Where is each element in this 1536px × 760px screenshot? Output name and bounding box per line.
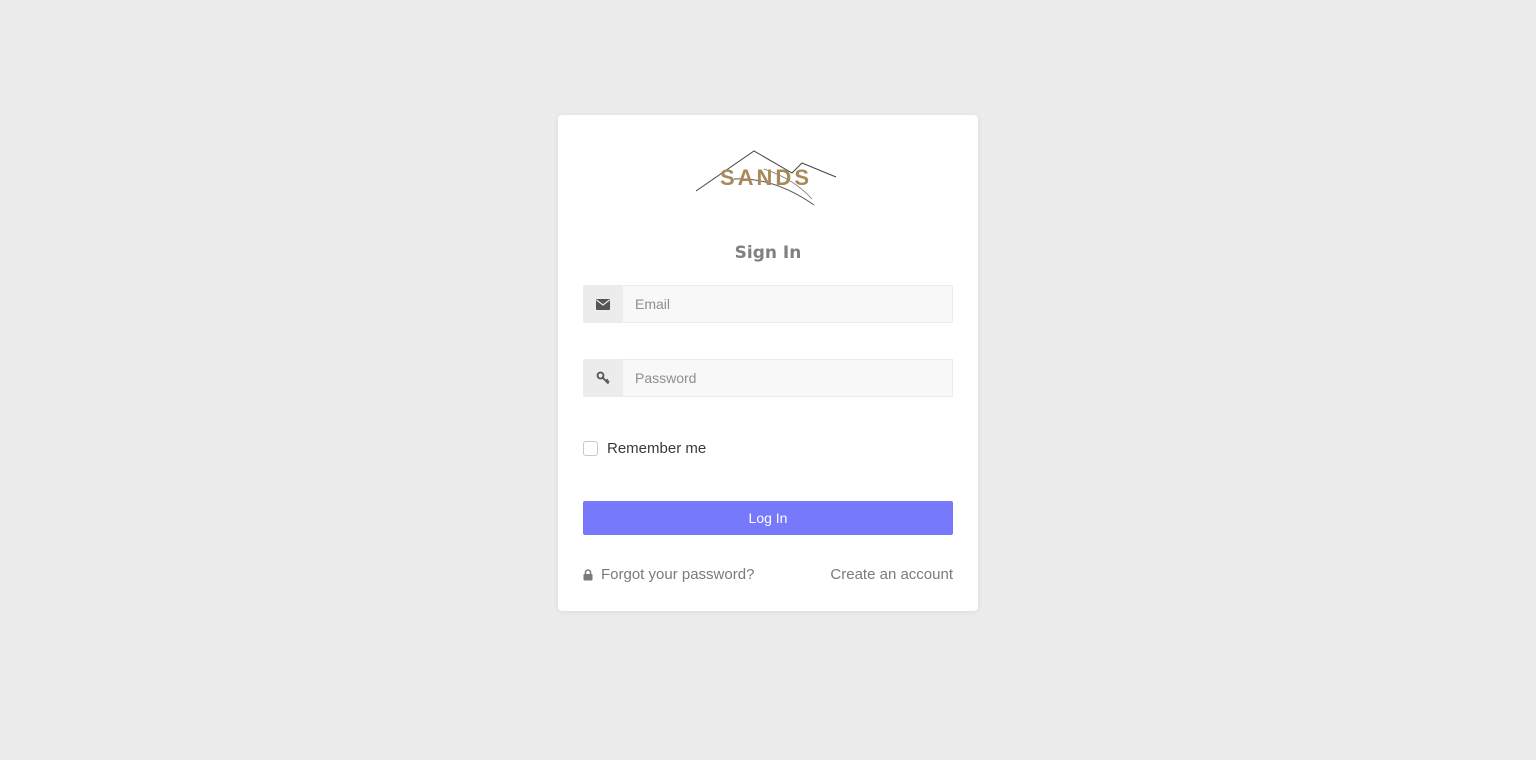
remember-label: Remember me (607, 440, 707, 457)
password-input-group (583, 359, 953, 397)
key-icon (583, 359, 623, 397)
lock-icon (583, 568, 593, 581)
remember-me[interactable]: Remember me (583, 440, 706, 457)
svg-text:SANDS: SANDS (720, 165, 812, 190)
forgot-password-label: Forgot your password? (601, 566, 755, 583)
email-input-group (583, 285, 953, 323)
sands-logo: SANDS (694, 149, 838, 207)
email-field[interactable] (623, 285, 953, 323)
envelope-icon (583, 285, 623, 323)
remember-checkbox[interactable] (583, 441, 598, 456)
create-account-link[interactable]: Create an account (830, 566, 953, 583)
page-title: Sign In (734, 243, 802, 263)
login-button[interactable]: Log In (583, 501, 953, 535)
forgot-password-link[interactable]: Forgot your password? (583, 566, 754, 583)
password-field[interactable] (623, 359, 953, 397)
login-card: SANDS Sign In Remember me Log In (558, 115, 978, 611)
